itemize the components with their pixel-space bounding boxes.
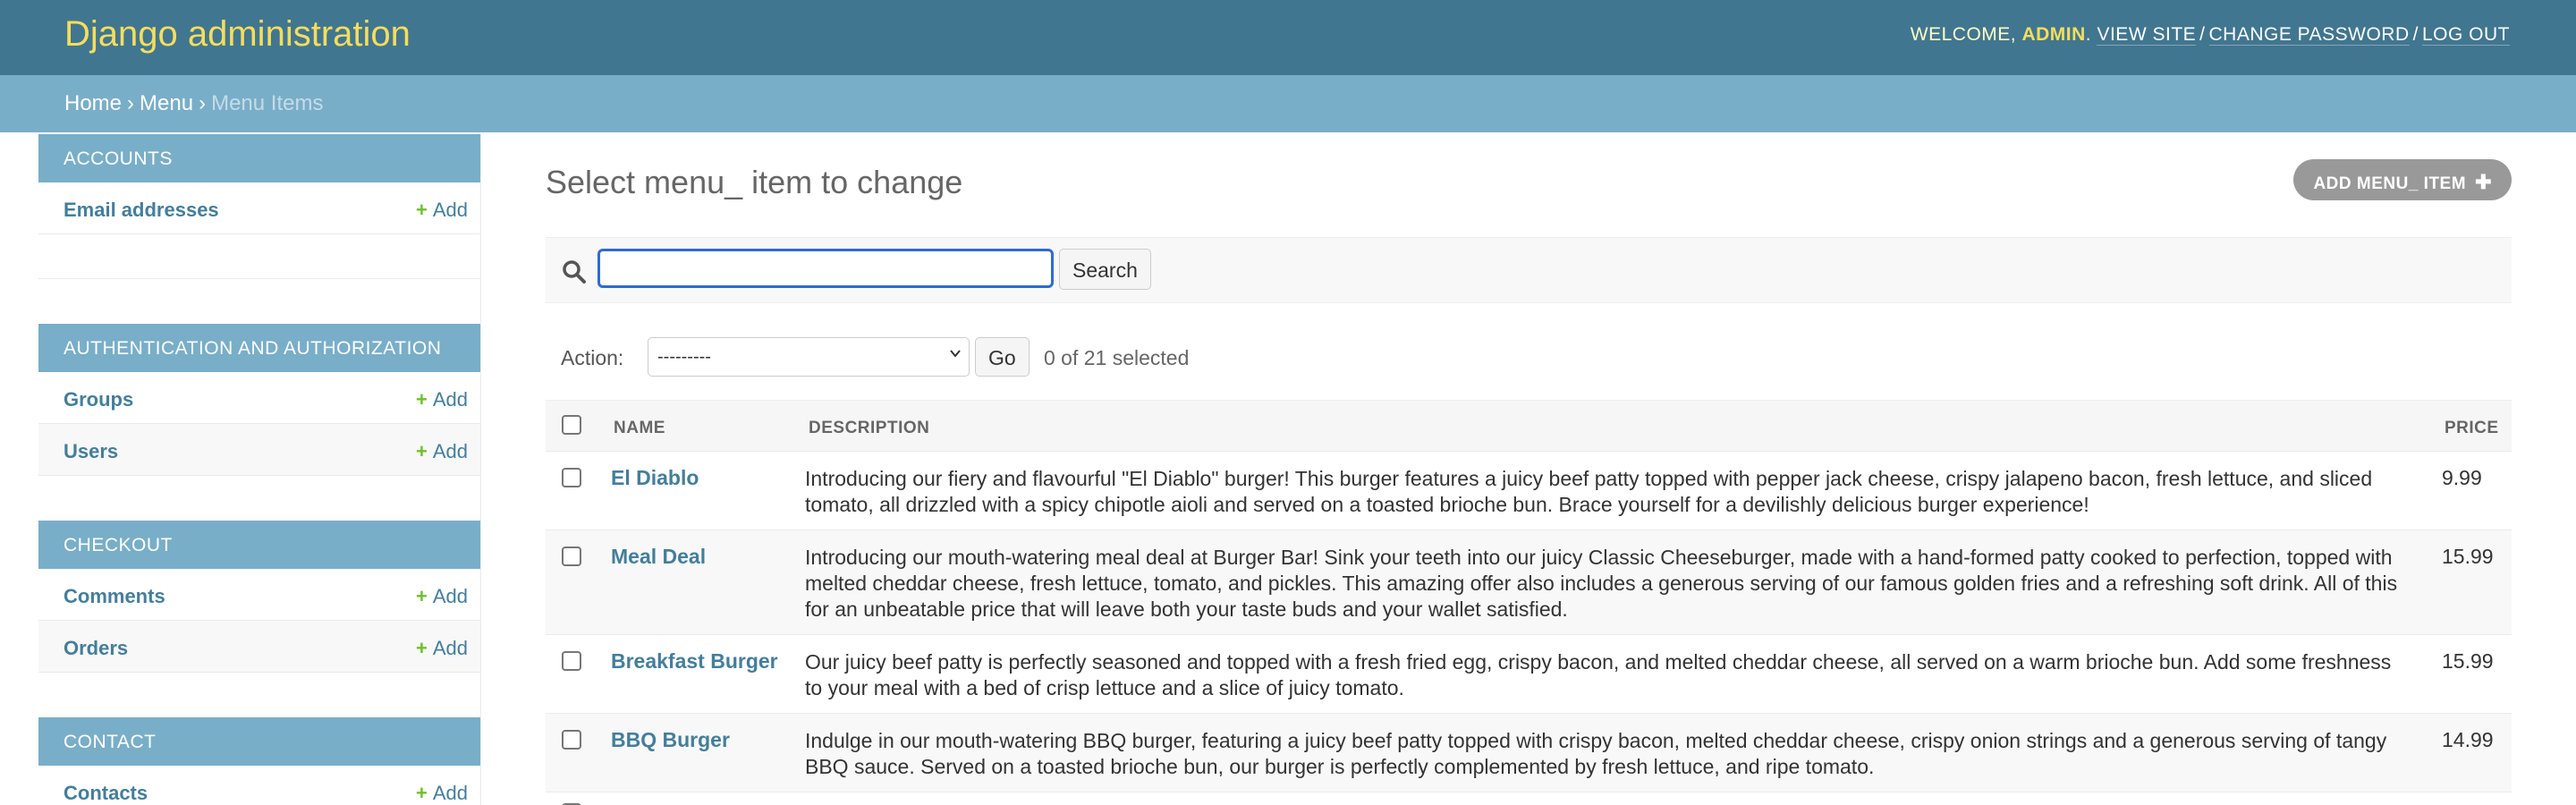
- row-name-link[interactable]: El Diablo: [611, 466, 699, 490]
- module-contact: CONTACT Contacts + Add: [38, 717, 480, 805]
- action-select[interactable]: ---------: [648, 337, 970, 377]
- add-menu-item-button[interactable]: ADD MENU_ ITEM ✚: [2293, 159, 2512, 200]
- column-header-price[interactable]: PRICE: [2445, 419, 2499, 438]
- module-caption[interactable]: AUTHENTICATION AND AUTHORIZATION: [38, 324, 480, 372]
- column-header-name[interactable]: NAME: [614, 419, 665, 438]
- main-content: Select menu_ item to change ADD MENU_ IT…: [546, 134, 2512, 805]
- user-tools: WELCOME, ADMIN. VIEW SITE / CHANGE PASSWOR…: [1910, 24, 2510, 46]
- log-out-link[interactable]: LOG OUT: [2421, 24, 2510, 46]
- sidebar-item-label[interactable]: Email addresses: [64, 199, 219, 221]
- page-title: Select menu_ item to change: [546, 164, 963, 200]
- sidebar-item-label[interactable]: Users: [64, 440, 118, 462]
- action-label: Action:: [561, 346, 624, 369]
- table-row: BBQ Burger Indulge in our mouth-watering…: [546, 714, 2512, 792]
- welcome-text: WELCOME,: [1910, 24, 2017, 45]
- add-link[interactable]: + Add: [416, 440, 468, 463]
- row-checkbox[interactable]: [562, 547, 581, 566]
- row-description: Indulge in our mouth-watering BBQ burger…: [805, 729, 2387, 778]
- table-row: El Diablo Introducing our fiery and flav…: [546, 452, 2512, 530]
- add-label: Add: [432, 440, 468, 462]
- row-checkbox[interactable]: [562, 468, 581, 487]
- add-link[interactable]: + Add: [416, 782, 468, 805]
- row-name-link[interactable]: Meal Deal: [611, 545, 706, 569]
- plus-icon: +: [415, 388, 428, 411]
- sidebar-item-label[interactable]: Contacts: [64, 782, 148, 804]
- table-row: Breakfast Burger Our juicy beef patty is…: [546, 635, 2512, 714]
- module-auth: AUTHENTICATION AND AUTHORIZATION Groups …: [38, 324, 480, 476]
- sidebar-item-contacts: Contacts + Add: [38, 766, 480, 805]
- row-price: 15.99: [2442, 545, 2494, 568]
- row-price: 9.99: [2442, 466, 2482, 489]
- row-checkbox[interactable]: [562, 651, 581, 671]
- sidebar-item-comments: Comments + Add: [38, 569, 480, 621]
- module-spacer: [38, 234, 480, 279]
- module-caption[interactable]: CONTACT: [38, 717, 480, 766]
- module-checkout: CHECKOUT Comments + Add Orders + Add: [38, 521, 480, 673]
- add-link[interactable]: + Add: [416, 199, 468, 222]
- table-row: Meal Deal Introducing our mouth-watering…: [546, 530, 2512, 635]
- site-branding[interactable]: Django administration: [64, 14, 411, 55]
- sidebar-item-email-addresses: Email addresses + Add: [38, 182, 480, 234]
- username: ADMIN: [2021, 24, 2086, 45]
- sidebar-item-groups: Groups + Add: [38, 372, 480, 424]
- select-all-checkbox[interactable]: [562, 415, 581, 435]
- breadcrumb-current: Menu Items: [211, 91, 324, 115]
- add-button-label: ADD MENU_ ITEM: [2313, 174, 2467, 193]
- breadcrumb-app[interactable]: Menu: [140, 91, 193, 115]
- result-table: NAME DESCRIPTION PRICE El Diablo Introdu…: [546, 400, 2512, 805]
- row-description: Introducing our fiery and flavourful "El…: [805, 467, 2373, 516]
- column-header-description[interactable]: DESCRIPTION: [809, 419, 929, 438]
- go-button[interactable]: Go: [975, 337, 1030, 377]
- search-input[interactable]: [597, 249, 1054, 288]
- row-name-link[interactable]: Breakfast Burger: [611, 649, 778, 674]
- add-label: Add: [432, 637, 468, 659]
- row-description: Introducing our mouth-watering meal deal…: [805, 546, 2398, 621]
- row-description: Our juicy beef patty is perfectly season…: [805, 650, 2392, 699]
- plus-icon: +: [415, 199, 428, 221]
- sidebar-item-orders: Orders + Add: [38, 621, 480, 673]
- plus-icon: +: [415, 585, 428, 607]
- sidebar-item-label[interactable]: Groups: [64, 388, 133, 411]
- search-toolbar: Search: [546, 237, 2512, 303]
- add-link[interactable]: + Add: [416, 388, 468, 411]
- table-header: NAME DESCRIPTION PRICE: [546, 400, 2512, 452]
- chevron-down-icon: [950, 350, 961, 358]
- row-checkbox[interactable]: [562, 730, 581, 750]
- sidebar-item-users: Users + Add: [38, 424, 480, 476]
- nav-sidebar: ACCOUNTS Email addresses + Add AUTHENTICA…: [38, 134, 481, 805]
- row-price: 14.99: [2442, 728, 2494, 751]
- module-caption[interactable]: ACCOUNTS: [38, 134, 480, 182]
- search-icon: [563, 260, 586, 284]
- actions-bar: Action: --------- Go 0 of 21 selected: [546, 335, 2512, 380]
- action-select-value: ---------: [657, 347, 711, 367]
- view-site-link[interactable]: VIEW SITE: [2097, 24, 2197, 46]
- breadcrumb: Home › Menu › Menu Items: [0, 75, 2576, 132]
- site-header: Django administration WELCOME, ADMIN. VI…: [0, 0, 2576, 75]
- add-label: Add: [432, 782, 468, 804]
- selection-counter: 0 of 21 selected: [1044, 346, 1190, 369]
- sidebar-item-label[interactable]: Orders: [64, 637, 128, 659]
- row-name-link[interactable]: BBQ Burger: [611, 728, 730, 752]
- module-accounts: ACCOUNTS Email addresses + Add: [38, 134, 480, 279]
- module-caption[interactable]: CHECKOUT: [38, 521, 480, 569]
- breadcrumb-home[interactable]: Home: [64, 91, 122, 115]
- plus-icon: ✚: [2475, 171, 2492, 193]
- add-link[interactable]: + Add: [416, 585, 468, 608]
- plus-icon: +: [415, 782, 428, 804]
- add-link[interactable]: + Add: [416, 637, 468, 660]
- change-password-link[interactable]: CHANGE PASSWORD: [2208, 24, 2410, 46]
- search-button[interactable]: Search: [1059, 249, 1151, 290]
- plus-icon: +: [415, 440, 428, 462]
- add-label: Add: [432, 388, 468, 411]
- add-label: Add: [432, 585, 468, 607]
- sidebar-item-label[interactable]: Comments: [64, 585, 165, 607]
- row-price: 15.99: [2442, 649, 2494, 673]
- plus-icon: +: [415, 637, 428, 659]
- table-row: [546, 792, 2512, 805]
- add-label: Add: [432, 199, 468, 221]
